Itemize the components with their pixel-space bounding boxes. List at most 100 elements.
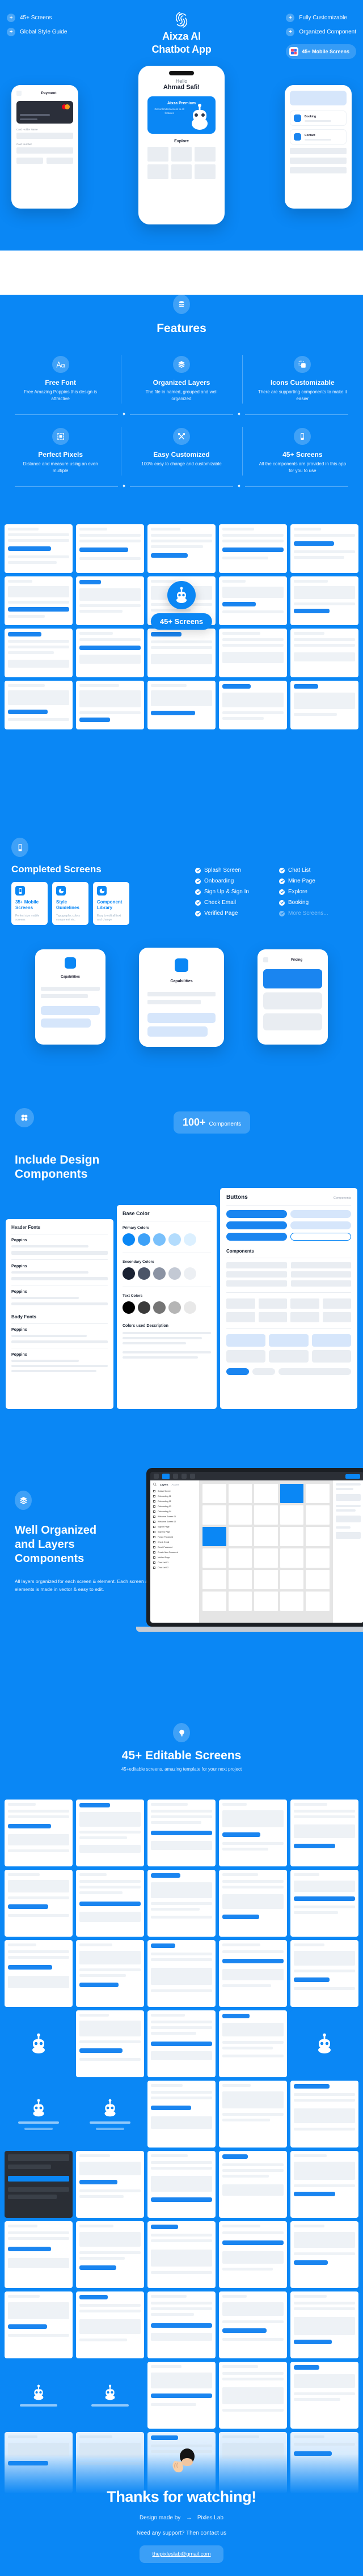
figma-layer-row[interactable]: Sign Up Page (153, 1529, 196, 1534)
shape-tool-icon[interactable] (182, 1474, 187, 1479)
features-section: Features Free Font Free Amazing Poppins … (0, 295, 363, 490)
figma-layer-label: Forgot Password (158, 1535, 174, 1538)
editable-card (76, 2291, 144, 2358)
figma-layer-row[interactable]: Sign In Page (153, 1524, 196, 1529)
panel-buttons-title: Buttons (226, 1194, 248, 1200)
checklist-label: Verified Page (204, 910, 238, 916)
editable-card (147, 1940, 216, 2007)
contact-email-button[interactable]: thepixleslab@gmail.com (140, 2545, 223, 2563)
editable-card (147, 1800, 216, 1866)
checklist-item: Sign Up & Sign In (195, 889, 271, 895)
figma-layer-row[interactable]: Verified Page (153, 1555, 196, 1560)
figma-layer-label: Welcome Screen 02 (158, 1520, 176, 1523)
editable-card (5, 2221, 73, 2288)
poster-page: Aixza AI Chatbot App + 45+ Screens + Glo… (0, 0, 363, 2576)
figma-layer-row[interactable]: Onboarding 01 (153, 1493, 196, 1499)
mini-card-title: Style Guidelines (56, 899, 79, 911)
figma-layer-row[interactable]: Onboarding 04 (153, 1509, 196, 1514)
gallery-column (76, 524, 144, 729)
components-count-label: Components (209, 1121, 242, 1127)
completed-phone-mockups: Capabilities Capabilities Pricing (0, 948, 363, 1047)
figma-layer-row[interactable]: Reset Password (153, 1544, 196, 1550)
phone-label: Pricing (290, 958, 303, 962)
figma-layer-row[interactable]: Create New Password (153, 1550, 196, 1555)
panel-colors-desc-title: Colors used Description (123, 1324, 168, 1328)
frame-icon (153, 1540, 155, 1543)
mini-card: Style Guidelines Typography, colors comp… (52, 882, 88, 925)
plus-icon: + (286, 28, 295, 36)
checklist-item: Verified Page (195, 910, 271, 916)
editable-card (5, 2291, 73, 2358)
figma-layer-row[interactable]: Onboarding 02 (153, 1499, 196, 1504)
robot-icon (32, 2033, 45, 2053)
figma-layer-row[interactable]: Splash Screen (153, 1488, 196, 1493)
check-icon (279, 878, 285, 884)
completed-mini-cards: 35+ Mobile Screens Perfect size mobile s… (8, 882, 195, 925)
feature-name: Free Font (45, 379, 76, 387)
plus-icon: + (7, 28, 15, 36)
editable-card (290, 1940, 358, 2007)
editable-card (147, 2291, 216, 2358)
figma-layer-row[interactable]: Welcome Screen 02 (153, 1519, 196, 1524)
spiral-logo-icon (173, 10, 190, 29)
figma-layer-row[interactable]: Welcome Screen 01 (153, 1514, 196, 1519)
editable-card (219, 2221, 287, 2288)
gallery-card (290, 524, 358, 573)
include-design-section: Include Design Components 100+ Component… (0, 1108, 363, 1181)
feature-desc: 100% easy to change and customizable (141, 461, 222, 466)
frame-icon (153, 1515, 155, 1518)
figma-layer-row[interactable]: Onboarding 03 (153, 1504, 196, 1509)
made-by-name: Pixles Lab (197, 2515, 223, 2521)
phone-capabilities-1: Capabilities (35, 949, 105, 1045)
editable-card (290, 2151, 358, 2218)
plus-icon: + (286, 14, 295, 22)
frame-icon (153, 1525, 155, 1528)
assets-tab[interactable]: Assets (172, 1483, 180, 1486)
gallery-card (290, 576, 358, 625)
figma-layer-label: Check Email (158, 1540, 170, 1543)
frame-icon (153, 1546, 155, 1548)
support-line: Need any support? Then contact us (136, 2530, 227, 2536)
figma-layer-row[interactable]: Chat List 02 (153, 1565, 196, 1570)
editable-screens-grid-row4 (5, 2010, 358, 2077)
feature-card: Easy Customized 100% easy to change and … (121, 420, 242, 482)
editable-screens-grid-row7 (5, 2221, 358, 2288)
hero-bullets-right: + Fully Customizable + Organized Compone… (286, 14, 356, 36)
gallery-column (290, 524, 358, 729)
feature-desc: Distance and measure using an even multi… (23, 461, 98, 473)
frame-icon (153, 1500, 155, 1503)
cursor-tool-icon[interactable] (162, 1473, 170, 1479)
wo-description: All layers organized for each screen & e… (15, 1578, 149, 1593)
figma-layer-row[interactable]: Forgot Password (153, 1534, 196, 1539)
feature-card: Free Font Free Amazing Poppins this desi… (0, 348, 121, 410)
editable-card (290, 2291, 358, 2358)
phone-center-premium-desc: Get unlimited access to all features (154, 108, 184, 114)
gallery-card (147, 681, 216, 729)
design-system-panels: Header Fonts Poppins Poppins Poppins Bod… (6, 1188, 357, 1409)
features-grid-2: Perfect Pixels Distance and measure usin… (0, 420, 363, 482)
figma-logo-icon (154, 1474, 159, 1479)
frame-icon (52, 428, 69, 445)
mobile-icon (15, 886, 25, 896)
mobile-screens-badge-label: 45+ Mobile Screens (302, 49, 349, 54)
layers-tab[interactable]: Layers (160, 1483, 168, 1486)
components-grid-icon (15, 1108, 34, 1127)
editable-card (290, 2221, 358, 2288)
editable-screens-grid-row9 (5, 2362, 358, 2429)
phone-left-field-label: Card Holder Name (16, 128, 38, 131)
copy-icon (294, 356, 311, 373)
editable-screens-grid-row2 (5, 1870, 358, 1937)
frame-tool-icon[interactable] (173, 1474, 178, 1479)
gallery-card (219, 576, 287, 625)
made-by-line: Design made by → Pixles Lab (0, 2515, 363, 2521)
gallery-card (76, 576, 144, 625)
completed-title: Completed Screens (11, 864, 102, 875)
check-icon (195, 899, 201, 906)
pen-tool-icon[interactable] (190, 1474, 195, 1479)
editable-card (5, 1800, 73, 1866)
mini-card: Component Library Easy to edit all text … (93, 882, 129, 925)
share-button[interactable] (345, 1474, 360, 1479)
robot-icon (167, 581, 196, 609)
figma-layer-row[interactable]: Chat List 01 (153, 1560, 196, 1565)
figma-layer-row[interactable]: Check Email (153, 1539, 196, 1544)
